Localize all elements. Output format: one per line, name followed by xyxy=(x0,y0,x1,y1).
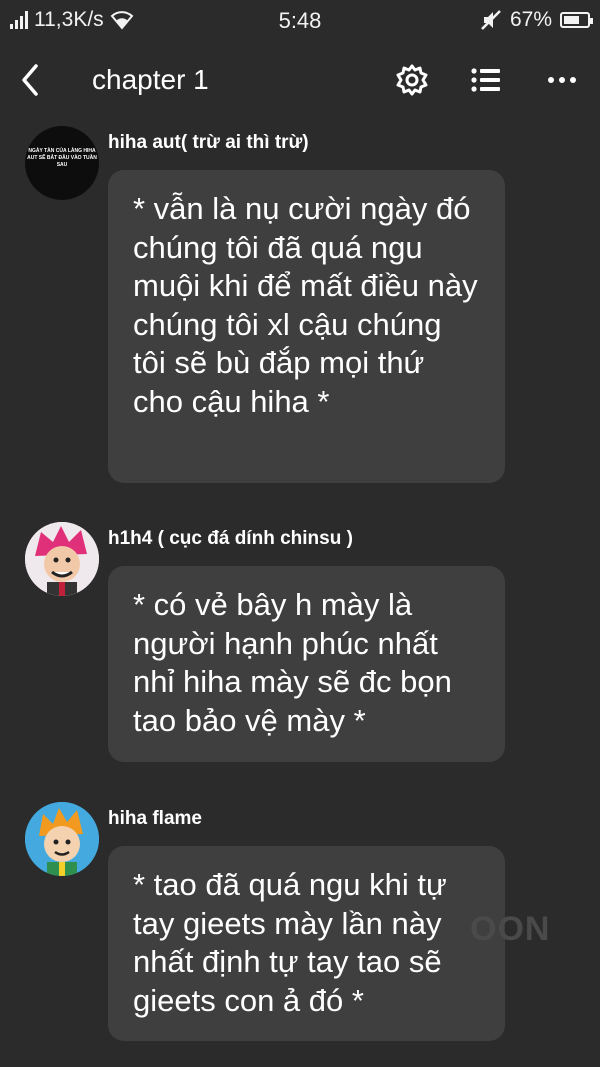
message-bubble: * vẫn là nụ cười ngày đó chúng tôi đã qu… xyxy=(108,170,505,483)
character-avatar-icon xyxy=(25,522,99,596)
message-bubble: * tao đã quá ngu khi tự tay gieets mày l… xyxy=(108,846,505,1041)
more-icon[interactable] xyxy=(544,62,580,98)
battery-icon xyxy=(560,12,593,28)
author-name: h1h4 ( cục đá dính chinsu ) xyxy=(108,528,353,549)
status-bar: 11,3K/s 5:48 67% xyxy=(0,0,600,42)
list-icon[interactable] xyxy=(468,62,504,98)
character-avatar-icon xyxy=(25,802,99,876)
message-bubble: * có vẻ bây h mày là người hạnh phúc nhấ… xyxy=(108,566,505,762)
author-name: hiha flame xyxy=(108,808,202,829)
top-bar: chapter 1 xyxy=(0,42,600,120)
status-right: 67% xyxy=(480,8,593,32)
gear-icon[interactable] xyxy=(394,62,430,98)
watermark: OON xyxy=(470,910,551,948)
battery-percent: 67% xyxy=(509,8,552,31)
author-name: hiha aut( trừ ai thì trừ) xyxy=(108,132,309,153)
back-icon[interactable] xyxy=(14,60,46,100)
avatar[interactable]: NGÀY TÀN CỦA LÀNG HIHA AUT SẼ BẮT ĐẦU VÀ… xyxy=(25,126,99,200)
mute-icon xyxy=(481,10,501,30)
avatar[interactable] xyxy=(25,522,99,596)
page-title: chapter 1 xyxy=(92,64,209,95)
avatar[interactable] xyxy=(25,802,99,876)
avatar-caption: NGÀY TÀN CỦA LÀNG HIHA AUT SẼ BẮT ĐẦU VÀ… xyxy=(27,148,97,168)
